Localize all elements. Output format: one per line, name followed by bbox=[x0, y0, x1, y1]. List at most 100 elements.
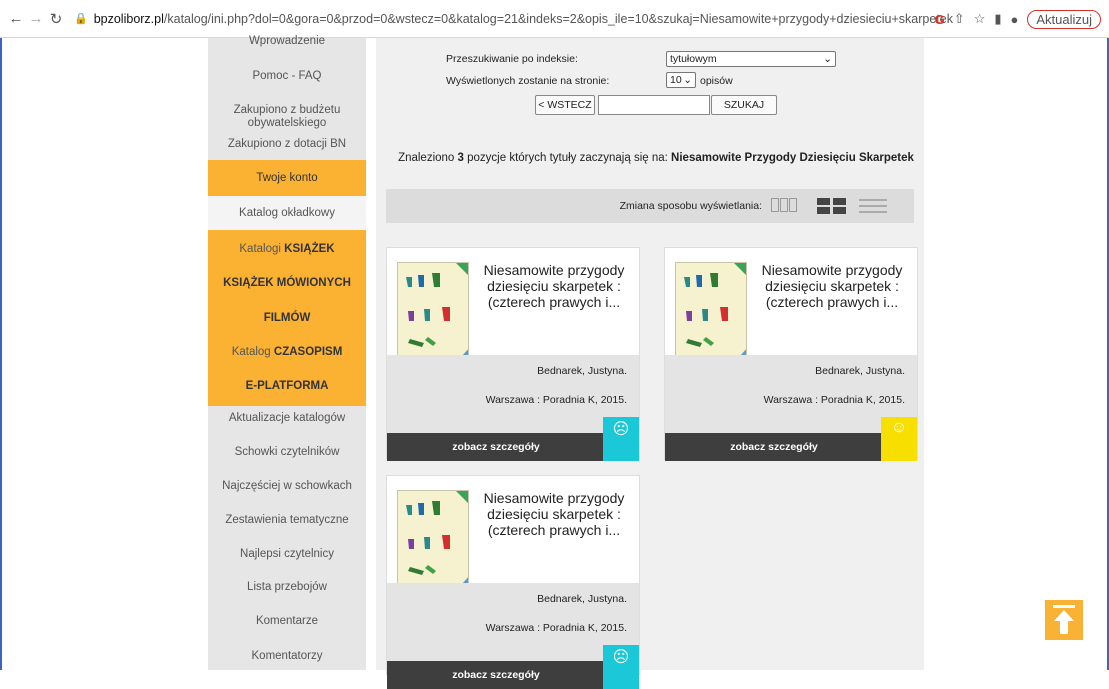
book-publisher: Warszawa : Poradnia K, 2015. bbox=[763, 394, 905, 406]
book-author: Bednarek, Justyna. bbox=[815, 365, 905, 377]
happy-face-icon: ☺ bbox=[881, 417, 917, 461]
index-label: Przeszukiwanie po indeksie: bbox=[446, 53, 578, 65]
sidebar-item-label: Katalog okładkowy bbox=[239, 207, 335, 219]
book-card[interactable]: Niesamowite przygody dziesięciu skarpete… bbox=[386, 247, 640, 461]
results-prefix: Znaleziono bbox=[398, 152, 455, 164]
book-publisher: Warszawa : Poradnia K, 2015. bbox=[485, 622, 627, 634]
view-mode-label: Zmiana sposobu wyświetlania: bbox=[619, 200, 762, 212]
main-content: Przeszukiwanie po indeksie: tytułowym ⌄ … bbox=[376, 38, 924, 689]
book-author: Bednarek, Justyna. bbox=[537, 593, 627, 605]
scroll-top-button[interactable] bbox=[1045, 600, 1083, 640]
sidebar-item-dotacja[interactable]: Zakupiono z dotacji BN bbox=[208, 138, 366, 151]
chevron-down-icon: ⌄ bbox=[683, 74, 692, 86]
sidebar-item-label: Najczęściej w schowkach bbox=[222, 480, 352, 492]
sidebar-item-label: Komentatorzy bbox=[251, 650, 323, 662]
grid-large-icon[interactable] bbox=[817, 198, 847, 214]
sidebar-item-label: Katalog bbox=[231, 346, 274, 358]
book-cover-image bbox=[397, 262, 469, 364]
book-author: Bednarek, Justyna. bbox=[537, 365, 627, 377]
sidebar-item-przeboje[interactable]: Lista przebojów bbox=[208, 581, 366, 594]
sidebar: Wprowadzenie Pomoc - FAQ Zakupiono z bud… bbox=[208, 35, 366, 670]
url-path: /katalog/ini.php?dol=0&gora=0&przod=0&ws… bbox=[163, 11, 953, 26]
sidebar-item-zestawienia[interactable]: Zestawienia tematyczne bbox=[208, 514, 366, 527]
sidebar-item-aktualizacje[interactable]: Aktualizacje katalogów bbox=[208, 412, 366, 425]
sidebar-item-label-bold: KSIĄŻEK bbox=[284, 243, 335, 255]
sidebar-item-eplatforma[interactable]: E-PLATFORMA bbox=[208, 380, 366, 393]
update-button[interactable]: Aktualizuj bbox=[1027, 9, 1101, 29]
back-button[interactable]: < WSTECZ bbox=[535, 95, 595, 115]
sidebar-item-label: Lista przebojów bbox=[247, 581, 327, 593]
star-icon[interactable]: ☆ bbox=[974, 11, 986, 27]
sidebar-item-faq[interactable]: Pomoc - FAQ bbox=[208, 70, 366, 83]
sidebar-item-wprowadzenie[interactable]: Wprowadzenie bbox=[208, 35, 366, 49]
sidebar-item-label: Zakupiono z budżetu obywatelskiego bbox=[233, 104, 341, 129]
browser-toolbar: ← → ↻ 🔒 bpzoliborz.pl/katalog/ini.php?do… bbox=[0, 0, 1109, 38]
results-summary: Znaleziono 3 pozycje których tytuły zacz… bbox=[396, 152, 916, 165]
sidebar-item-label: Twoje konto bbox=[256, 172, 318, 184]
details-button[interactable]: zobacz szczegóły bbox=[387, 433, 605, 461]
search-input[interactable] bbox=[598, 95, 710, 115]
sidebar-item-najlepsi[interactable]: Najlepsi czytelnicy bbox=[208, 548, 366, 561]
sidebar-item-label: FILMÓW bbox=[263, 312, 311, 324]
sidebar-item-label: KSIĄŻEK MÓWIONYCH bbox=[223, 277, 351, 289]
grid-small-icon[interactable] bbox=[771, 198, 797, 212]
forward-arrow-icon[interactable]: → bbox=[26, 10, 46, 27]
sidebar-item-label: Komentarze bbox=[255, 615, 318, 627]
sidebar-item-komentarze[interactable]: Komentarze bbox=[208, 615, 366, 628]
per-page-suffix: opisów bbox=[700, 75, 733, 87]
book-publisher: Warszawa : Poradnia K, 2015. bbox=[485, 394, 627, 406]
address-bar[interactable]: 🔒 bpzoliborz.pl/katalog/ini.php?dol=0&go… bbox=[74, 12, 953, 26]
sidebar-item-label: Pomoc - FAQ bbox=[252, 70, 322, 82]
sidebar-item-mowione[interactable]: KSIĄŻEK MÓWIONYCH bbox=[208, 277, 366, 290]
list-view-icon[interactable] bbox=[859, 198, 887, 214]
sidebar-item-label: Katalogi bbox=[239, 243, 285, 255]
sidebar-item-label: E-PLATFORMA bbox=[245, 380, 329, 392]
chevron-down-icon: ⌄ bbox=[823, 53, 832, 65]
index-select-value: tytułowym bbox=[670, 53, 717, 65]
book-cover-image bbox=[397, 490, 469, 592]
details-button[interactable]: zobacz szczegóły bbox=[665, 433, 883, 461]
sidebar-item-konto[interactable]: Twoje konto bbox=[208, 160, 366, 196]
sidebar-item-ksiazek[interactable]: Katalogi KSIĄŻEK bbox=[208, 243, 366, 256]
search-button[interactable]: SZUKAJ bbox=[711, 95, 777, 115]
sad-face-icon: ☹ bbox=[603, 645, 639, 689]
arrow-up-icon bbox=[1053, 605, 1075, 634]
reload-icon[interactable]: ↻ bbox=[46, 10, 66, 28]
sidebar-item-label: Zestawienia tematyczne bbox=[225, 514, 349, 526]
sidebar-item-label: Aktualizacje katalogów bbox=[228, 412, 346, 424]
book-cover-image bbox=[675, 262, 747, 364]
sad-face-icon: ☹ bbox=[603, 417, 639, 461]
book-card[interactable]: Niesamowite przygody dziesięciu skarpete… bbox=[386, 475, 640, 689]
sidebar-item-schowki[interactable]: Schowki czytelników bbox=[208, 446, 366, 459]
results-middle: pozycje których tytuły zaczynają się na: bbox=[467, 152, 668, 164]
sidepanel-icon[interactable]: ▮ bbox=[994, 11, 1001, 27]
book-card[interactable]: Niesamowite przygody dziesięciu skarpete… bbox=[664, 247, 918, 461]
results-count: 3 bbox=[457, 152, 464, 164]
google-icon[interactable]: G bbox=[935, 12, 945, 27]
per-page-select[interactable]: 10 ⌄ bbox=[666, 72, 696, 88]
sidebar-item-komentatorzy[interactable]: Komentatorzy bbox=[208, 650, 366, 663]
url-host: bpzoliborz.pl bbox=[93, 11, 164, 26]
back-arrow-icon[interactable]: ← bbox=[6, 10, 26, 27]
lock-icon: 🔒 bbox=[74, 13, 88, 25]
sidebar-item-okladkowy[interactable]: Katalog okładkowy bbox=[208, 196, 366, 230]
book-title[interactable]: Niesamowite przygody dziesięciu skarpete… bbox=[757, 262, 907, 310]
sidebar-item-label: Wprowadzenie bbox=[248, 35, 326, 47]
sidebar-item-label: Najlepsi czytelnicy bbox=[240, 548, 334, 560]
sidebar-item-najczesciej[interactable]: Najczęściej w schowkach bbox=[208, 480, 366, 493]
book-title[interactable]: Niesamowite przygody dziesięciu skarpete… bbox=[479, 262, 629, 310]
results-query: Niesamowite Przygody Dziesięciu Skarpete… bbox=[671, 152, 914, 164]
details-button[interactable]: zobacz szczegóły bbox=[387, 661, 605, 689]
share-icon[interactable]: ⇧ bbox=[954, 11, 965, 27]
sidebar-item-label-bold: CZASOPISM bbox=[273, 346, 343, 358]
sidebar-item-label: Zakupiono z dotacji BN bbox=[227, 138, 347, 150]
per-page-value: 10 bbox=[670, 74, 682, 86]
sidebar-item-budzet[interactable]: Zakupiono z budżetu obywatelskiego bbox=[208, 104, 366, 130]
book-title[interactable]: Niesamowite przygody dziesięciu skarpete… bbox=[479, 490, 629, 538]
index-select[interactable]: tytułowym ⌄ bbox=[666, 51, 836, 67]
sidebar-item-filmow[interactable]: FILMÓW bbox=[208, 312, 366, 325]
view-mode-bar: Zmiana sposobu wyświetlania: bbox=[386, 189, 914, 223]
sidebar-item-czasopism[interactable]: Katalog CZASOPISM bbox=[208, 346, 366, 359]
profile-icon[interactable]: ● bbox=[1011, 12, 1019, 27]
per-page-label: Wyświetlonych zostanie na stronie: bbox=[446, 75, 610, 87]
